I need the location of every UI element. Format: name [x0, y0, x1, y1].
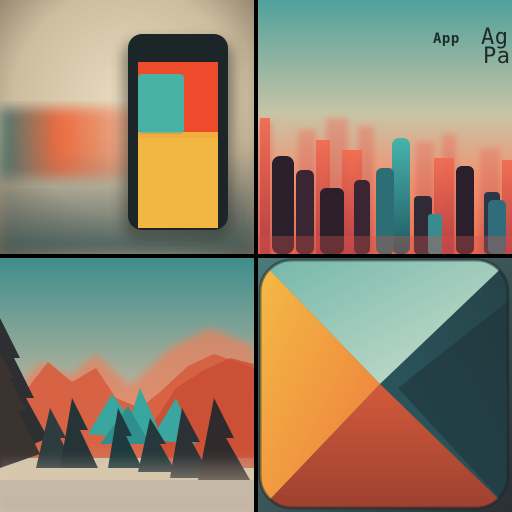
city-tile: App Ag Pa — [258, 0, 512, 254]
phone-screen — [138, 62, 218, 228]
app-icon-scene — [258, 258, 512, 512]
mountain-tile — [0, 258, 254, 512]
phone-scene — [0, 0, 254, 254]
app-label: App — [433, 31, 460, 47]
city-scene — [258, 0, 512, 254]
glyph-text-2: Pa — [483, 44, 511, 69]
icon-shape — [260, 260, 508, 508]
app-icon-tile — [258, 258, 512, 512]
phone-tile — [0, 0, 254, 254]
image-grid: App Ag Pa — [0, 0, 512, 512]
mountain-scene — [0, 258, 254, 512]
